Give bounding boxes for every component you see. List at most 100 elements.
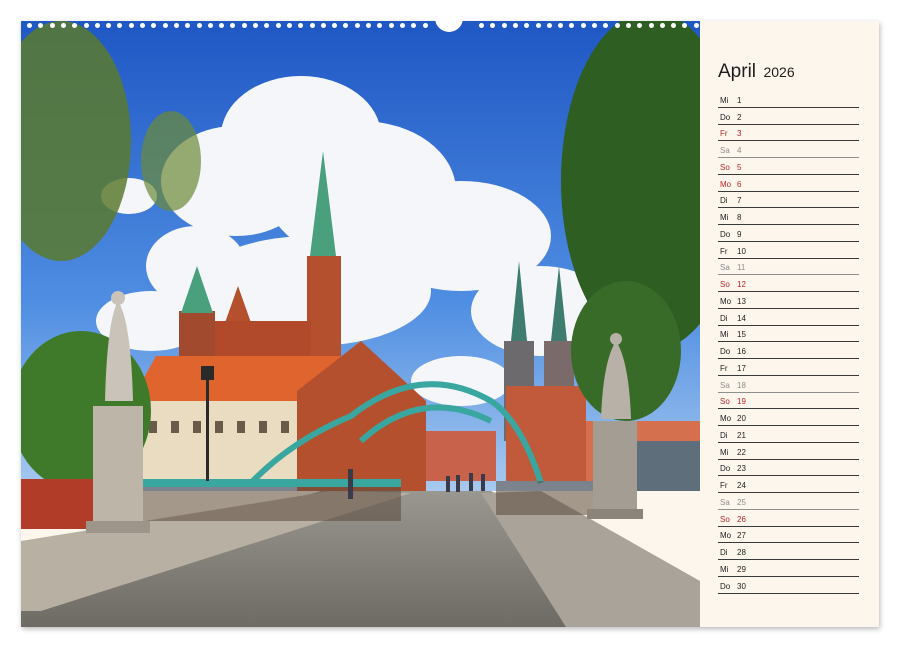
day-abbr: Mo: [720, 180, 731, 189]
day-abbr: Do: [720, 347, 730, 356]
day-number: 12: [737, 280, 746, 289]
day-number: 23: [737, 464, 746, 473]
month-name: April: [718, 61, 756, 82]
calendar-panel: April 2026 Mi1Do2Fr3Sa4So5Mo6Di7Mi8Do9Fr…: [700, 21, 879, 627]
day-row: Di 7: [718, 192, 859, 209]
day-number: 8: [737, 213, 741, 222]
day-abbr: Sa: [720, 263, 730, 272]
day-row: Fr 10: [718, 242, 859, 259]
day-row: Mo 20: [718, 409, 859, 426]
day-row: Do 23: [718, 460, 859, 477]
day-abbr: Mo: [720, 297, 731, 306]
day-number: 20: [737, 414, 746, 423]
day-number: 19: [737, 397, 746, 406]
day-abbr: Fr: [720, 364, 728, 373]
day-number: 25: [737, 498, 746, 507]
day-row: So 12: [718, 275, 859, 292]
day-number: 18: [737, 381, 746, 390]
tree-right: [561, 21, 700, 421]
day-row: Fr 17: [718, 359, 859, 376]
day-abbr: Do: [720, 464, 730, 473]
day-abbr: Mi: [720, 96, 728, 105]
day-abbr: Sa: [720, 498, 730, 507]
day-number: 21: [737, 431, 746, 440]
day-abbr: Di: [720, 431, 728, 440]
bridge-rail-left: [141, 479, 401, 487]
day-number: 16: [737, 347, 746, 356]
day-row: Di 21: [718, 426, 859, 443]
day-number: 22: [737, 448, 746, 457]
day-row: Do 30: [718, 577, 859, 594]
day-abbr: Di: [720, 314, 728, 323]
day-abbr: Mi: [720, 213, 728, 222]
love-locks-right: [496, 481, 596, 515]
day-abbr: Di: [720, 196, 728, 205]
day-number: 14: [737, 314, 746, 323]
day-abbr: Sa: [720, 146, 730, 155]
day-row: Mi 15: [718, 326, 859, 343]
day-number: 2: [737, 113, 741, 122]
day-abbr: Mo: [720, 414, 731, 423]
day-number: 24: [737, 481, 746, 490]
baroque-building: [131, 341, 426, 491]
day-abbr: Di: [720, 548, 728, 557]
photo-illustration: [21, 21, 700, 627]
day-number: 5: [737, 163, 741, 172]
calendar-page: April 2026 Mi1Do2Fr3Sa4So5Mo6Di7Mi8Do9Fr…: [21, 21, 879, 627]
day-abbr: Mi: [720, 565, 728, 574]
day-row: Sa 11: [718, 259, 859, 276]
day-abbr: Fr: [720, 481, 728, 490]
day-number: 30: [737, 582, 746, 591]
day-row: Sa 25: [718, 493, 859, 510]
day-number: 3: [737, 129, 741, 138]
day-number: 1: [737, 96, 741, 105]
day-number: 6: [737, 180, 741, 189]
year: 2026: [763, 64, 794, 80]
day-number: 17: [737, 364, 746, 373]
day-number: 9: [737, 230, 741, 239]
day-abbr: So: [720, 515, 730, 524]
day-row: Mi 8: [718, 208, 859, 225]
day-number: 10: [737, 247, 746, 256]
day-number: 13: [737, 297, 746, 306]
day-abbr: Sa: [720, 381, 730, 390]
day-abbr: Mo: [720, 531, 731, 540]
day-row: Fr 24: [718, 476, 859, 493]
love-locks-left: [141, 487, 401, 521]
day-row: Mo 13: [718, 292, 859, 309]
day-row: So 19: [718, 393, 859, 410]
day-abbr: So: [720, 397, 730, 406]
photo-wroclaw-tumski-bridge: [21, 21, 700, 627]
day-number: 11: [737, 263, 745, 272]
day-row: Do 9: [718, 225, 859, 242]
day-row: Sa 18: [718, 376, 859, 393]
day-row: Di 14: [718, 309, 859, 326]
day-number: 7: [737, 196, 741, 205]
day-number: 26: [737, 515, 746, 524]
day-row: Mo 6: [718, 175, 859, 192]
day-abbr: Fr: [720, 247, 728, 256]
day-row: So 26: [718, 510, 859, 527]
day-number: 15: [737, 330, 746, 339]
day-row: Mi 22: [718, 443, 859, 460]
day-abbr: Do: [720, 113, 730, 122]
day-row: Di 28: [718, 543, 859, 560]
day-row: Do 16: [718, 342, 859, 359]
day-abbr: Mi: [720, 448, 728, 457]
day-row: Sa 4: [718, 141, 859, 158]
day-row: Mi 1: [718, 91, 859, 108]
day-number: 29: [737, 565, 746, 574]
month-header: April 2026: [718, 61, 795, 83]
day-number: 28: [737, 548, 746, 557]
day-row: Mo 27: [718, 527, 859, 544]
day-abbr: So: [720, 280, 730, 289]
day-number: 27: [737, 531, 746, 540]
day-abbr: Do: [720, 582, 730, 591]
day-row: Fr 3: [718, 125, 859, 142]
day-row: So5: [718, 158, 859, 175]
day-abbr: Fr: [720, 129, 728, 138]
day-list: Mi1Do2Fr3Sa4So5Mo6Di7Mi8Do9Fr10Sa11So12M…: [718, 91, 859, 594]
day-abbr: Do: [720, 230, 730, 239]
day-number: 4: [737, 146, 741, 155]
day-abbr: Mi: [720, 330, 728, 339]
